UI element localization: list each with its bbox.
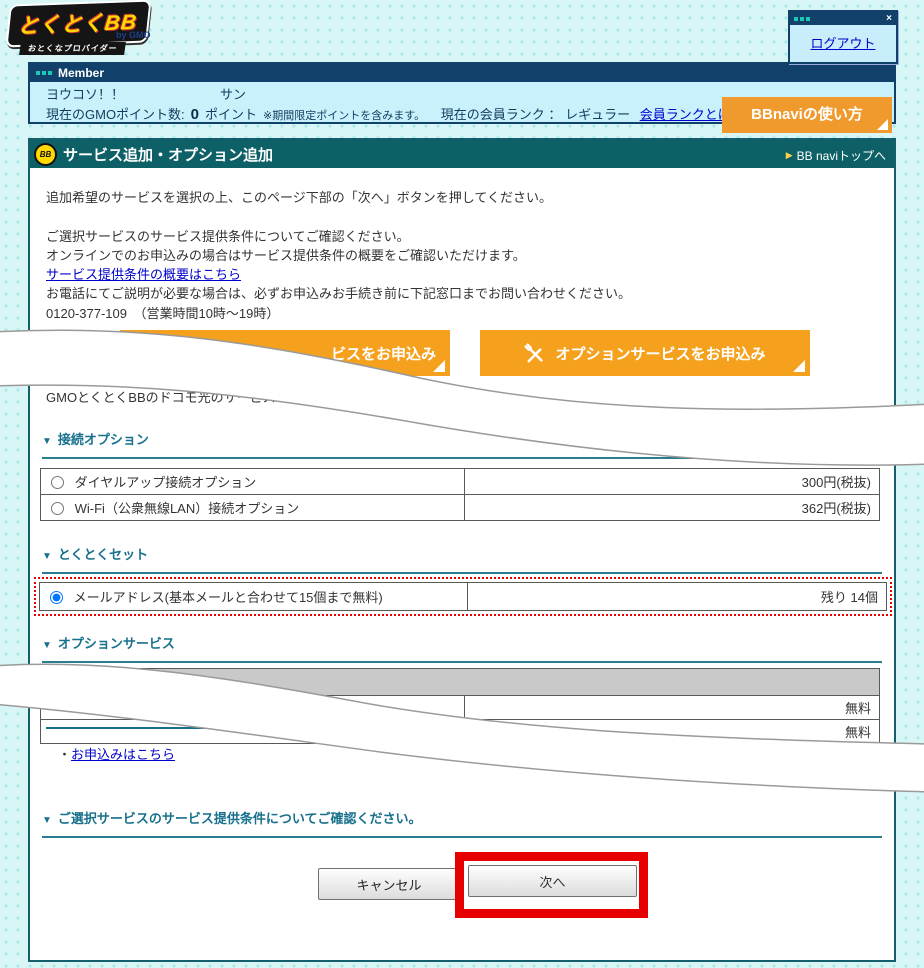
apply-here-link[interactable]: お申込みはこちら bbox=[71, 747, 175, 762]
cancel-button[interactable]: キャンセル bbox=[318, 868, 460, 900]
points-value: 0 bbox=[191, 106, 199, 123]
site-logo-text: とくとくBB bbox=[5, 0, 151, 47]
rank-label: 現在の会員ランク bbox=[441, 107, 545, 122]
member-header-label: Member bbox=[58, 66, 104, 80]
dialup-option-radio[interactable] bbox=[51, 476, 64, 489]
mail-address-remaining: 残り 14個 bbox=[467, 583, 886, 611]
triangle-down-icon: ▼ bbox=[42, 551, 52, 562]
intro-line-2: ご選択サービスのサービス提供条件についてご確認ください。 bbox=[46, 226, 410, 245]
intro-line-4: お電話にてご説明が必要な場合は、必ずお申込みお手続き前に下記窓口までお問い合わせ… bbox=[46, 283, 631, 302]
member-panel: Member ヨウコソ！！ サン 現在のGMOポイント数: 0 ポイント ※期間限定ポイ… bbox=[28, 62, 896, 124]
corner-triangle-icon bbox=[433, 360, 445, 372]
option-service-table: 無料 無料 bbox=[40, 668, 880, 744]
triangle-down-icon: ▼ bbox=[42, 436, 52, 447]
tokutoku-set-table: メールアドレス(基本メールと合わせて15個まで無料) 残り 14個 bbox=[39, 582, 887, 611]
page-title-bar: BB サービス追加・オプション追加 ▶ BB naviトップへ bbox=[30, 140, 894, 168]
dialup-option-label: ダイヤルアップ接続オプション bbox=[75, 475, 257, 490]
table-row: 無料 bbox=[41, 696, 880, 720]
triangle-down-icon: ▼ bbox=[42, 815, 52, 826]
points-label: 現在のGMOポイント数: bbox=[46, 107, 185, 122]
intro-line-1: 追加希望のサービスを選択の上、このページ下部の「次へ」ボタンを押してください。 bbox=[46, 187, 552, 206]
bbnavi-top-link[interactable]: ▶ BB naviトップへ bbox=[786, 147, 886, 164]
phone-number: 0120-377-109 （営業時間10時～19時） bbox=[46, 303, 279, 322]
bbnavi-help-button[interactable]: BBnaviの使い方 bbox=[722, 97, 892, 133]
option-row-price: 無料 bbox=[464, 720, 879, 744]
tools-icon bbox=[524, 343, 545, 364]
table-row: ダイヤルアップ接続オプション 300円(税抜) bbox=[41, 469, 880, 495]
next-button-highlight: 次へ bbox=[455, 852, 648, 918]
section-tokutoku-set: ▼ とくとくセット bbox=[42, 544, 882, 574]
bullet: ・ bbox=[58, 747, 71, 762]
wifi-option-radio[interactable] bbox=[51, 502, 64, 515]
site-logo-tagline: おとくなプロバイダー bbox=[19, 42, 126, 55]
close-icon[interactable]: × bbox=[886, 14, 892, 24]
bbnavi-help-label: BBnaviの使い方 bbox=[751, 105, 863, 125]
wifi-option-label: Wi-Fi（公衆無線LAN）接続オプション bbox=[75, 501, 300, 516]
welcome-text: ヨウコソ！！ bbox=[46, 87, 124, 102]
apply-option-button[interactable]: オプションサービスをお申込み bbox=[480, 330, 810, 376]
wifi-option-price: 362円(税抜) bbox=[464, 495, 879, 521]
selected-row-highlight: メールアドレス(基本メールと合わせて15個まで無料) 残り 14個 bbox=[34, 577, 892, 616]
welcome-suffix: サン bbox=[220, 87, 246, 102]
logout-link[interactable]: ログアウト bbox=[810, 33, 875, 52]
mail-address-label: メールアドレス(基本メールと合わせて15個まで無料) bbox=[74, 590, 383, 605]
section-connection-options: ▼ 接続オプション bbox=[42, 429, 882, 459]
table-row: 無料 bbox=[41, 720, 880, 744]
page-title: サービス追加・オプション追加 bbox=[63, 144, 273, 165]
apply-option-label: オプションサービスをお申込み bbox=[555, 343, 765, 364]
terms-summary-link[interactable]: サービス提供条件の概要はこちら bbox=[46, 264, 241, 283]
section-tokutoku-label: とくとくセット bbox=[58, 547, 148, 562]
points-note: ※期間限定ポイントを含みます。 bbox=[263, 110, 425, 122]
main-panel: BB サービス追加・オプション追加 ▶ BB naviトップへ 追加希望のサービ… bbox=[28, 138, 896, 962]
option-row-price: 無料 bbox=[464, 696, 879, 720]
section-confirm-terms: ▼ ご選択サービスのサービス提供条件についてご確認ください。 bbox=[42, 808, 882, 838]
table-row: Wi-Fi（公衆無線LAN）接続オプション 362円(税抜) bbox=[41, 495, 880, 521]
rank-colon: ： bbox=[548, 107, 561, 122]
hidden-section-underline bbox=[46, 727, 228, 729]
dialup-option-price: 300円(税抜) bbox=[464, 469, 879, 495]
bb-badge-icon: BB bbox=[34, 143, 57, 166]
table-row: メールアドレス(基本メールと合わせて15個まで無料) 残り 14個 bbox=[40, 583, 887, 611]
gmo-logo-text: by GMO bbox=[116, 30, 151, 40]
member-panel-header: Member bbox=[30, 64, 894, 82]
section-option-label: オプションサービス bbox=[58, 636, 175, 651]
intro-line-3: オンラインでのお申込みの場合はサービス提供条件の概要をご確認いただけます。 bbox=[46, 245, 526, 264]
triangle-down-icon: ▼ bbox=[42, 640, 52, 651]
bbnavi-top-link-label: BB naviトップへ bbox=[797, 147, 886, 164]
section-confirm-label: ご選択サービスのサービス提供条件についてご確認ください。 bbox=[58, 811, 422, 826]
corner-triangle-icon bbox=[793, 360, 805, 372]
corner-triangle-icon bbox=[877, 119, 888, 130]
apply-here-row: ・お申込みはこちら bbox=[58, 744, 175, 763]
member-dots-icon bbox=[36, 71, 52, 75]
option-table-header bbox=[41, 669, 880, 696]
rank-info-link[interactable]: 会員ランクとは bbox=[640, 107, 731, 122]
logout-popup-titlebar: × bbox=[790, 12, 896, 25]
partial-line-2: GMOとくとくBBのドコモ光のサービスへ bbox=[46, 387, 289, 406]
mail-address-radio[interactable] bbox=[50, 591, 63, 604]
section-option-service: ▼ オプションサービス bbox=[42, 633, 882, 663]
window-dots-icon bbox=[794, 17, 810, 21]
points-unit: ポイント bbox=[205, 107, 257, 122]
site-logo[interactable]: とくとくBB by GMO おとくなプロバイダー bbox=[8, 2, 178, 54]
apply-service-label: ビスをお申込み bbox=[331, 343, 436, 364]
rank-value: レギュラー bbox=[565, 107, 630, 122]
section-connection-label: 接続オプション bbox=[58, 432, 149, 447]
arrow-right-icon: ▶ bbox=[786, 150, 793, 161]
next-button[interactable]: 次へ bbox=[468, 865, 637, 897]
logout-popup: × ログアウト bbox=[788, 10, 898, 64]
connection-options-table: ダイヤルアップ接続オプション 300円(税抜) Wi-Fi（公衆無線LAN）接続… bbox=[40, 468, 880, 521]
